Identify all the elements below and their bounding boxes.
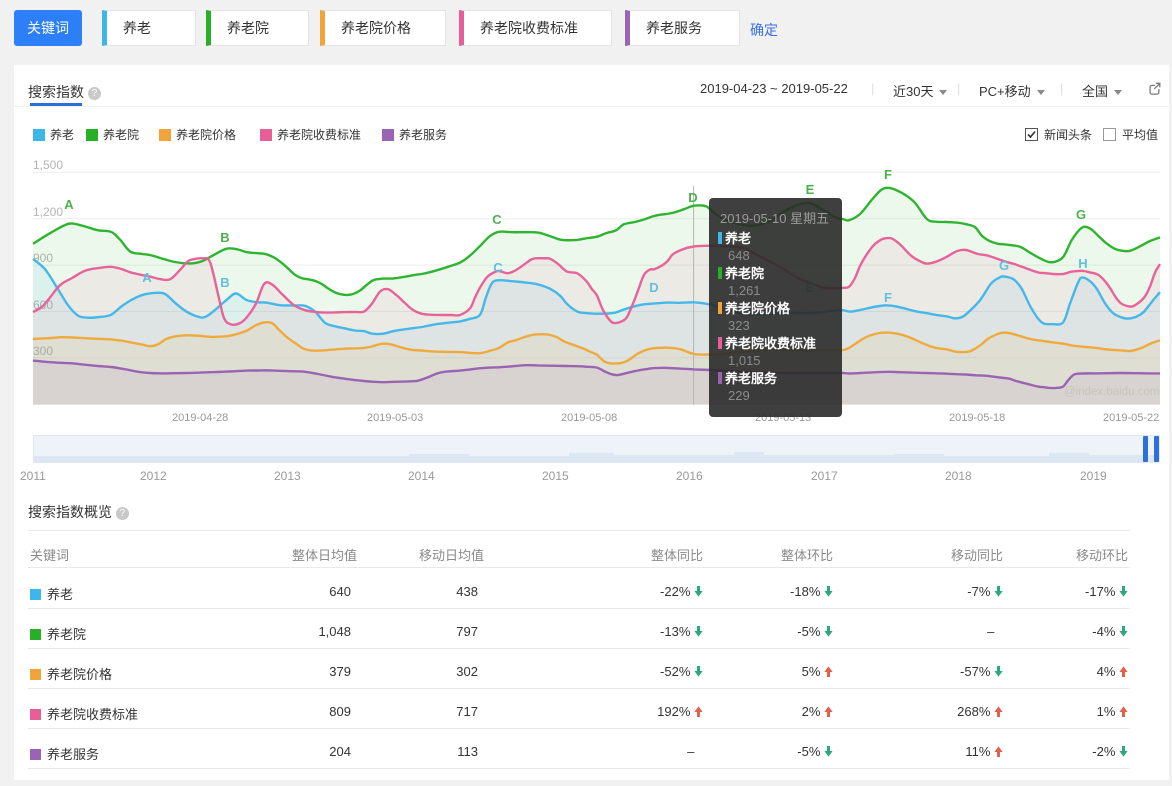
svg-text:C: C (492, 212, 502, 227)
svg-text:C: C (493, 260, 503, 275)
svg-text:@index.baidu.com: @index.baidu.com (1064, 386, 1159, 398)
svg-text:B: B (220, 275, 229, 290)
svg-text:D: D (649, 280, 658, 295)
svg-text:B: B (220, 230, 229, 245)
svg-text:A: A (64, 197, 74, 212)
svg-text:E: E (806, 182, 815, 197)
svg-text:F: F (884, 290, 892, 305)
svg-text:G: G (1076, 207, 1086, 222)
svg-text:A: A (142, 270, 152, 285)
svg-text:G: G (999, 258, 1009, 273)
svg-text:H: H (1078, 256, 1087, 271)
svg-text:F: F (884, 167, 892, 182)
svg-text:D: D (688, 190, 697, 205)
